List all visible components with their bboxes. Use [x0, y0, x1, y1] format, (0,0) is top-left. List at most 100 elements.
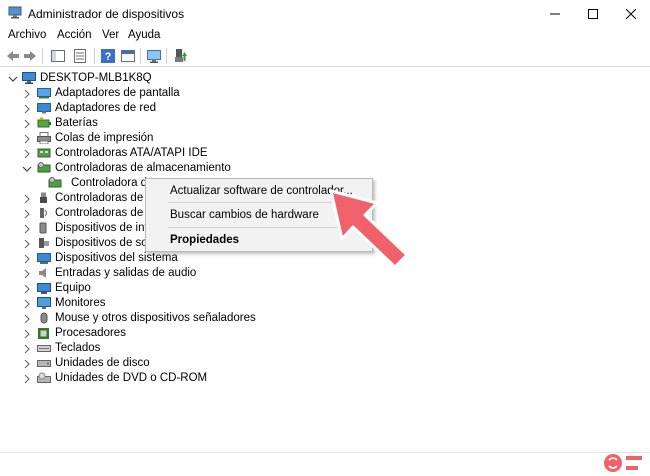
chevron-down-icon[interactable]: [22, 164, 32, 174]
scan-hardware-icon[interactable]: [146, 48, 162, 64]
display-adapter-icon: [37, 88, 51, 99]
tree-item-label: Dispositivos del sistema: [55, 252, 178, 264]
tree-item-label: Equipo: [55, 282, 91, 294]
chevron-down-icon[interactable]: [8, 74, 18, 84]
minimize-button[interactable]: [536, 0, 574, 27]
chevron-right-icon[interactable]: [22, 314, 32, 324]
audio-icon: [39, 268, 46, 278]
window-title: Administrador de dispositivos: [28, 7, 185, 21]
context-scan-hardware[interactable]: Buscar cambios de hardware: [170, 209, 319, 221]
chevron-right-icon[interactable]: [22, 149, 32, 159]
context-properties[interactable]: Propiedades: [170, 234, 239, 246]
storage-controller-icon: [48, 177, 62, 188]
system-device-icon: [37, 253, 51, 264]
back-icon[interactable]: [5, 48, 21, 64]
minimize-icon: [550, 13, 560, 14]
network-adapter-icon: [37, 103, 51, 114]
tree-item-label: Controladoras de bu: [55, 192, 160, 204]
chevron-right-icon[interactable]: [22, 299, 32, 309]
chevron-right-icon[interactable]: [22, 344, 32, 354]
menu-ver[interactable]: Ver: [102, 29, 119, 41]
tree-item-label: Baterías: [55, 117, 98, 129]
details-view-icon[interactable]: [120, 48, 136, 64]
chevron-right-icon[interactable]: [22, 119, 32, 129]
tree-item-label: Monitores: [55, 297, 106, 309]
forward-icon[interactable]: [22, 48, 38, 64]
ide-controller-icon: [37, 148, 51, 158]
chevron-right-icon[interactable]: [22, 134, 32, 144]
tree-category-item[interactable]: Baterías: [0, 116, 400, 131]
watermark-logo-icon: [604, 454, 642, 472]
chevron-right-icon[interactable]: [22, 209, 32, 219]
processor-icon: [38, 328, 49, 339]
usb-controller-icon: [40, 192, 47, 203]
chevron-right-icon[interactable]: [22, 269, 32, 279]
tree-item-label: Entradas y salidas de audio: [55, 267, 197, 279]
tree-item-label: Controladoras de almacenamiento: [55, 162, 231, 174]
menu-archivo[interactable]: Archivo: [8, 29, 46, 41]
tree-category-item[interactable]: Equipo: [0, 281, 400, 296]
computer-icon: [37, 283, 51, 294]
tree-category-item[interactable]: Procesadores: [0, 326, 400, 341]
menu-bar: Archivo Acción Ver Ayuda: [0, 27, 650, 45]
svg-text:?: ?: [105, 51, 112, 63]
show-hide-tree-icon[interactable]: [50, 48, 66, 64]
tree-item-label: Dispositivos de inter: [55, 222, 158, 234]
chevron-right-icon[interactable]: [22, 104, 32, 114]
battery-icon: [37, 117, 51, 128]
tree-category-item[interactable]: Controladoras ATA/ATAPI IDE: [0, 146, 400, 161]
close-icon: [626, 8, 636, 19]
tree-category-item[interactable]: Unidades de DVD o CD-ROM: [0, 371, 400, 386]
menu-accion[interactable]: Acción: [57, 29, 92, 41]
tree-item-label: Unidades de DVD o CD-ROM: [55, 372, 208, 384]
tree-item-label: Mouse y otros dispositivos señaladores: [55, 312, 256, 324]
title-bar: Administrador de dispositivos: [0, 0, 650, 27]
properties-sheet-icon[interactable]: [72, 48, 88, 64]
tree-item-label: Controladoras de so: [55, 207, 159, 219]
toolbar-separator: [140, 48, 141, 64]
computer-icon: [22, 72, 36, 84]
tree-root-label: DESKTOP-MLB1K8Q: [40, 72, 152, 84]
tree-item-label: Teclados: [55, 342, 101, 354]
tree-item-label: Unidades de disco: [55, 357, 150, 369]
maximize-icon: [588, 8, 598, 19]
chevron-right-icon[interactable]: [22, 254, 32, 264]
tree-category-item[interactable]: Adaptadores de red: [0, 101, 400, 116]
hid-icon: [39, 222, 47, 234]
chevron-right-icon[interactable]: [22, 284, 32, 294]
software-device-icon: [39, 238, 49, 248]
tree-category-item[interactable]: Teclados: [0, 341, 400, 356]
dvd-drive-icon: [37, 372, 51, 383]
chevron-right-icon[interactable]: [22, 224, 32, 234]
maximize-button[interactable]: [574, 0, 612, 27]
chevron-right-icon[interactable]: [22, 239, 32, 249]
disk-drive-icon: [37, 360, 51, 367]
tree-item-label: Controladora de: [71, 177, 154, 189]
printer-icon: [37, 132, 51, 144]
mouse-icon: [40, 312, 48, 324]
tree-root[interactable]: DESKTOP-MLB1K8Q: [0, 71, 200, 86]
tree-category-item[interactable]: Unidades de disco: [0, 356, 400, 371]
update-driver-icon[interactable]: [172, 48, 188, 64]
chevron-right-icon[interactable]: [22, 89, 32, 99]
tree-category-item[interactable]: Adaptadores de pantalla: [0, 86, 400, 101]
storage-controller-icon: [37, 162, 51, 173]
sound-controller-icon: [40, 208, 47, 218]
toolbar-separator: [42, 48, 43, 64]
tree-category-item[interactable]: Colas de impresión: [0, 131, 400, 146]
tree-category-item[interactable]: Monitores: [0, 296, 400, 311]
chevron-right-icon[interactable]: [22, 194, 32, 204]
chevron-right-icon[interactable]: [22, 374, 32, 384]
chevron-right-icon[interactable]: [22, 329, 32, 339]
help-icon[interactable]: ?: [100, 48, 116, 64]
close-button[interactable]: [612, 0, 650, 27]
device-manager-icon: [8, 6, 22, 19]
monitor-icon: [37, 297, 51, 309]
menu-ayuda[interactable]: Ayuda: [128, 29, 160, 41]
tree-item-label: Procesadores: [55, 327, 126, 339]
chevron-right-icon[interactable]: [22, 359, 32, 369]
tree-item-label: Adaptadores de pantalla: [55, 87, 180, 99]
tree-category-item[interactable]: Mouse y otros dispositivos señaladores: [0, 311, 400, 326]
toolbar: ?: [0, 45, 650, 67]
tree-category-item[interactable]: Controladoras de almacenamiento: [0, 161, 400, 176]
